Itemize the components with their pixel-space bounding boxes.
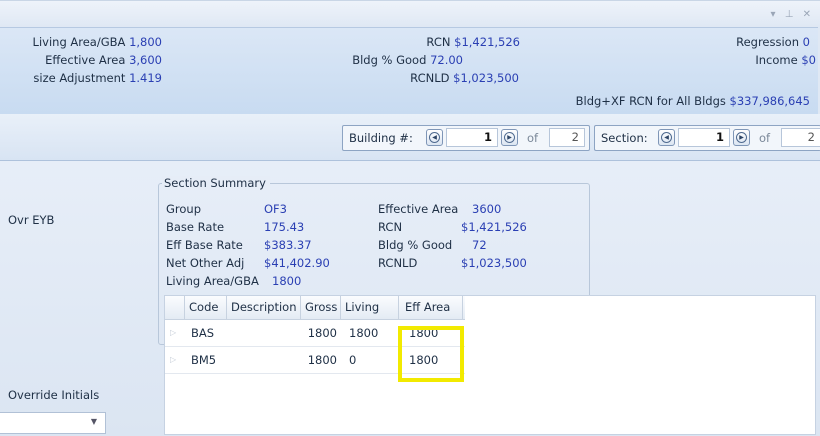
regression-line: Regression 0	[736, 35, 810, 49]
section-prev-button[interactable]: ◀	[658, 129, 675, 146]
valuation-summary-panel: Living Area/GBA 1,800 Effective Area 3,6…	[0, 27, 818, 115]
eff-area-label: Effective Area	[378, 202, 459, 216]
building-section-navigator: Building #: ◀ 1 ▶ of 2 Section: ◀ 1 ▶ of…	[0, 114, 820, 161]
effective-area-line: Effective Area 3,600	[45, 53, 162, 67]
row-indicator-icon: ▷	[170, 355, 177, 364]
building-next-button[interactable]: ▶	[501, 129, 518, 146]
section-of-label: of	[759, 131, 771, 145]
effective-area-value: 3,600	[129, 53, 162, 67]
ovr-eyb-label: Ovr EYB	[8, 213, 55, 227]
section-summary-legend: Section Summary	[162, 176, 270, 190]
cell-description[interactable]	[227, 320, 301, 346]
section-label: Section:	[601, 131, 648, 145]
cell-code[interactable]: BM5	[187, 347, 227, 373]
cell-description[interactable]	[227, 347, 301, 373]
living-gba-value: 1800	[272, 274, 302, 288]
section-next-button[interactable]: ▶	[733, 129, 750, 146]
income-line: Income $0	[755, 53, 816, 67]
building-prev-button[interactable]: ◀	[426, 129, 443, 146]
rcn-line: RCN $1,421,526	[426, 35, 520, 49]
column-header-code[interactable]: Code	[185, 296, 227, 319]
rcn-label: RCN	[378, 220, 403, 234]
group-label: Group	[166, 202, 202, 216]
override-initials-label: Override Initials	[8, 388, 100, 402]
eff-area-highlight-box	[398, 326, 464, 382]
rcnld-value: $1,023,500	[453, 71, 519, 85]
bldg-xf-rcn-line: Bldg+XF RCN for All Bldgs $337,986,645	[575, 94, 810, 108]
column-header-description[interactable]: Description	[227, 296, 301, 319]
bldg-xf-rcn-value: $337,986,645	[729, 94, 810, 108]
cell-gross[interactable]: 1800	[301, 347, 339, 373]
rcnld-label: RCNLD	[378, 256, 418, 270]
income-value: $0	[801, 53, 816, 67]
base-rate-value: 175.43	[264, 220, 305, 234]
cell-living[interactable]: 1800	[345, 320, 399, 346]
size-adjustment-line: size Adjustment 1.419	[33, 71, 162, 85]
arrow-left-icon: ◀	[661, 132, 672, 143]
chevron-down-icon[interactable]: ▼	[91, 417, 97, 426]
building-of-label: of	[527, 131, 539, 145]
arrow-right-icon: ▶	[736, 132, 747, 143]
bldg-good-line: Bldg % Good 72.00	[352, 53, 463, 67]
regression-value: 0	[802, 35, 810, 49]
row-indicator-header	[165, 296, 185, 319]
bldg-good-label: Bldg % Good	[378, 238, 453, 252]
section-total: 2	[781, 128, 820, 147]
column-header-eff-area[interactable]: Eff Area	[399, 296, 463, 319]
cell-gross[interactable]: 1800	[301, 320, 339, 346]
section-navigator: Section: ◀ 1 ▶ of 2	[594, 125, 820, 151]
living-area-line: Living Area/GBA 1,800	[32, 35, 162, 49]
net-other-adj-value: $41,402.90	[264, 256, 330, 270]
eff-base-rate-value: $383.37	[264, 238, 312, 252]
override-initials-dropdown[interactable]: ▼	[0, 412, 106, 434]
cell-code[interactable]: BAS	[187, 320, 227, 346]
eff-area-value: 3600	[472, 202, 502, 216]
bldg-good-value: 72.00	[430, 53, 463, 67]
size-adjustment-value: 1.419	[129, 71, 162, 85]
cell-living[interactable]: 0	[345, 347, 399, 373]
column-header-living[interactable]: Living	[341, 296, 399, 319]
section-areas-grid: Code Description Gross Living Eff Area ▷…	[164, 295, 816, 435]
section-current-input[interactable]: 1	[678, 128, 730, 147]
net-other-adj-label: Net Other Adj	[166, 256, 245, 270]
bldg-good-value: 72	[472, 238, 487, 252]
panel-title-bar: ▾ ⊥ ✕	[0, 0, 820, 27]
grid-header: Code Description Gross Living Eff Area	[165, 296, 465, 320]
rcnld-line: RCNLD $1,023,500	[410, 71, 519, 85]
rcnld-value: $1,023,500	[461, 256, 527, 270]
building-label: Building #:	[349, 131, 413, 145]
column-header-gross[interactable]: Gross	[301, 296, 341, 319]
living-area-value: 1,800	[129, 35, 162, 49]
section-detail-area: Ovr EYB Section Summary Group OF3 Base R…	[0, 161, 820, 436]
rcn-value: $1,421,526	[461, 220, 527, 234]
base-rate-label: Base Rate	[166, 220, 225, 234]
building-current-input[interactable]: 1	[446, 128, 498, 147]
group-value: OF3	[264, 202, 287, 216]
arrow-right-icon: ▶	[504, 132, 515, 143]
row-indicator-icon: ▷	[170, 328, 177, 337]
building-navigator: Building #: ◀ 1 ▶ of 2	[342, 125, 590, 151]
living-gba-label: Living Area/GBA	[166, 274, 259, 288]
arrow-left-icon: ◀	[429, 132, 440, 143]
eff-base-rate-label: Eff Base Rate	[166, 238, 243, 252]
window-controls[interactable]: ▾ ⊥ ✕	[771, 9, 814, 20]
rcn-value: $1,421,526	[454, 35, 520, 49]
building-total: 2	[549, 128, 585, 147]
